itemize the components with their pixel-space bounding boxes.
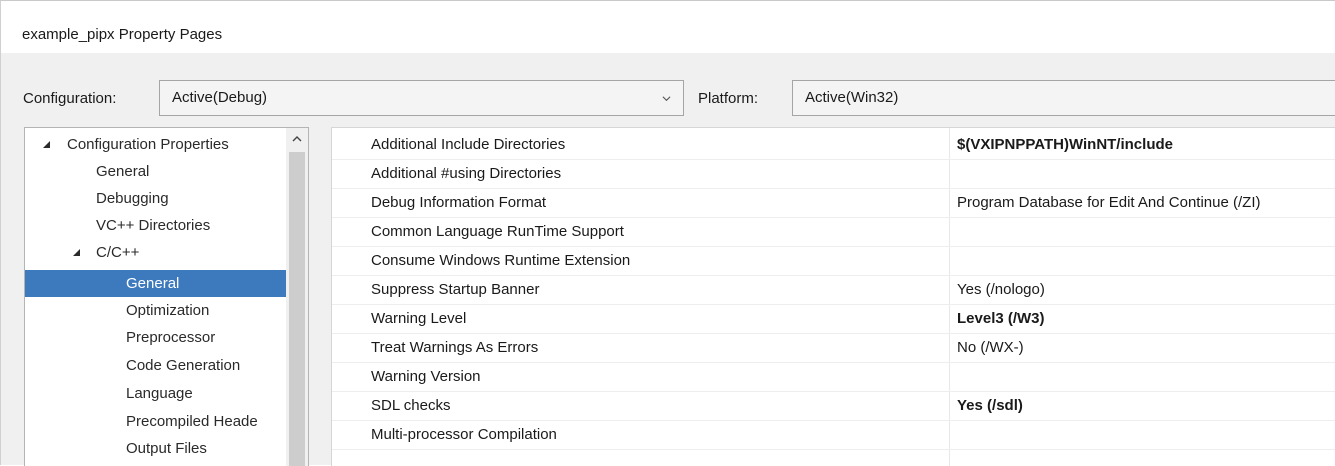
property-row-multi-processor-compilation[interactable]: Multi-processor Compilation bbox=[332, 421, 1335, 450]
scroll-thumb[interactable] bbox=[289, 152, 305, 466]
property-name: Warning Version bbox=[371, 368, 481, 385]
configuration-dropdown[interactable]: Active(Debug) bbox=[159, 80, 684, 116]
property-value: No (/WX-) bbox=[957, 339, 1024, 356]
platform-value: Active(Win32) bbox=[805, 89, 899, 106]
property-name: Suppress Startup Banner bbox=[371, 281, 540, 298]
property-name: Treat Warnings As Errors bbox=[371, 339, 539, 356]
property-name: Multi-processor Compilation bbox=[371, 426, 557, 443]
property-value: Yes (/nologo) bbox=[957, 281, 1045, 298]
platform-dropdown[interactable]: Active(Win32) bbox=[792, 80, 1335, 116]
property-name: Consume Windows Runtime Extension bbox=[371, 252, 631, 269]
tree-item-label: Configuration Properties bbox=[67, 136, 229, 153]
tree-item-code-generation[interactable]: Code Generation bbox=[25, 352, 287, 379]
tree-item-output-files[interactable]: Output Files bbox=[25, 435, 287, 462]
tree-item-general[interactable]: General bbox=[25, 158, 287, 185]
property-row-debug-information-format[interactable]: Debug Information Format Program Databas… bbox=[332, 189, 1335, 218]
property-name: Additional Include Directories bbox=[371, 136, 566, 153]
chevron-down-icon bbox=[662, 96, 671, 102]
platform-label: Platform: bbox=[698, 90, 759, 107]
configuration-bar: Configuration: Active(Debug) Platform: A… bbox=[1, 53, 1335, 116]
configuration-value: Active(Debug) bbox=[172, 89, 268, 106]
tree-item-c-cpp-general[interactable]: General bbox=[25, 270, 287, 297]
property-row-warning-version[interactable]: Warning Version bbox=[332, 363, 1335, 392]
property-row-common-language-runtime-support[interactable]: Common Language RunTime Support bbox=[332, 218, 1335, 247]
tree-item-label: Code Generation bbox=[126, 357, 241, 374]
property-value: Level3 (/W3) bbox=[957, 310, 1045, 327]
title-bar: example_pipx Property Pages bbox=[1, 1, 1335, 53]
property-value: $(VXIPNPPATH)WinNT/include bbox=[957, 136, 1173, 153]
property-name: SDL checks bbox=[371, 397, 451, 414]
tree-item-preprocessor[interactable]: Preprocessor bbox=[25, 324, 287, 351]
property-name: Warning Level bbox=[371, 310, 467, 327]
property-row-additional-include-directories[interactable]: Additional Include Directories $(VXIPNPP… bbox=[332, 131, 1335, 160]
tree-item-label: C/C++ bbox=[96, 244, 140, 261]
tree-item-vc-directories[interactable]: VC++ Directories bbox=[25, 212, 287, 239]
tree-item-label: Optimization bbox=[126, 302, 210, 319]
tree-item-label: General bbox=[96, 163, 150, 180]
tree-item-c-cpp[interactable]: C/C++ bbox=[25, 239, 287, 266]
window-title: example_pipx Property Pages bbox=[22, 26, 223, 43]
tree-item-label: General bbox=[126, 275, 180, 292]
tree-item-language[interactable]: Language bbox=[25, 380, 287, 407]
expanded-triangle-icon[interactable] bbox=[73, 249, 80, 256]
property-row-sdl-checks[interactable]: SDL checks Yes (/sdl) bbox=[332, 392, 1335, 421]
property-value: Program Database for Edit And Continue (… bbox=[957, 194, 1261, 211]
property-row-consume-windows-runtime-extension[interactable]: Consume Windows Runtime Extension bbox=[332, 247, 1335, 276]
tree-scrollbar[interactable] bbox=[286, 128, 308, 466]
tree-item-label: Precompiled Heade bbox=[126, 413, 258, 430]
tree-item-label: Debugging bbox=[96, 190, 169, 207]
property-row-treat-warnings-as-errors[interactable]: Treat Warnings As Errors No (/WX-) bbox=[332, 334, 1335, 363]
chevron-up-icon[interactable] bbox=[286, 128, 308, 150]
property-value: Yes (/sdl) bbox=[957, 397, 1023, 414]
property-pages-window: example_pipx Property Pages Configuratio… bbox=[0, 0, 1335, 466]
tree-item-debugging[interactable]: Debugging bbox=[25, 185, 287, 212]
property-row-additional-using-directories[interactable]: Additional #using Directories bbox=[332, 160, 1335, 189]
tree-item-label: VC++ Directories bbox=[96, 217, 211, 234]
property-name: Additional #using Directories bbox=[371, 165, 562, 182]
tree-item-optimization[interactable]: Optimization bbox=[25, 297, 287, 324]
expanded-triangle-icon[interactable] bbox=[43, 141, 50, 148]
tree-item-configuration-properties[interactable]: Configuration Properties bbox=[25, 131, 287, 158]
tree-item-label: Preprocessor bbox=[126, 329, 216, 346]
tree-item-label: Output Files bbox=[126, 440, 207, 457]
property-name: Common Language RunTime Support bbox=[371, 223, 624, 240]
property-row-warning-level[interactable]: Warning Level Level3 (/W3) bbox=[332, 305, 1335, 334]
configuration-label: Configuration: bbox=[23, 90, 117, 107]
property-tree: Configuration Properties General Debuggi… bbox=[24, 127, 309, 466]
property-name: Debug Information Format bbox=[371, 194, 547, 211]
property-grid: Additional Include Directories $(VXIPNPP… bbox=[331, 127, 1335, 466]
tree-item-label: Language bbox=[126, 385, 193, 402]
property-row-suppress-startup-banner[interactable]: Suppress Startup Banner Yes (/nologo) bbox=[332, 276, 1335, 305]
tree-item-precompiled-headers[interactable]: Precompiled Heade bbox=[25, 408, 287, 435]
